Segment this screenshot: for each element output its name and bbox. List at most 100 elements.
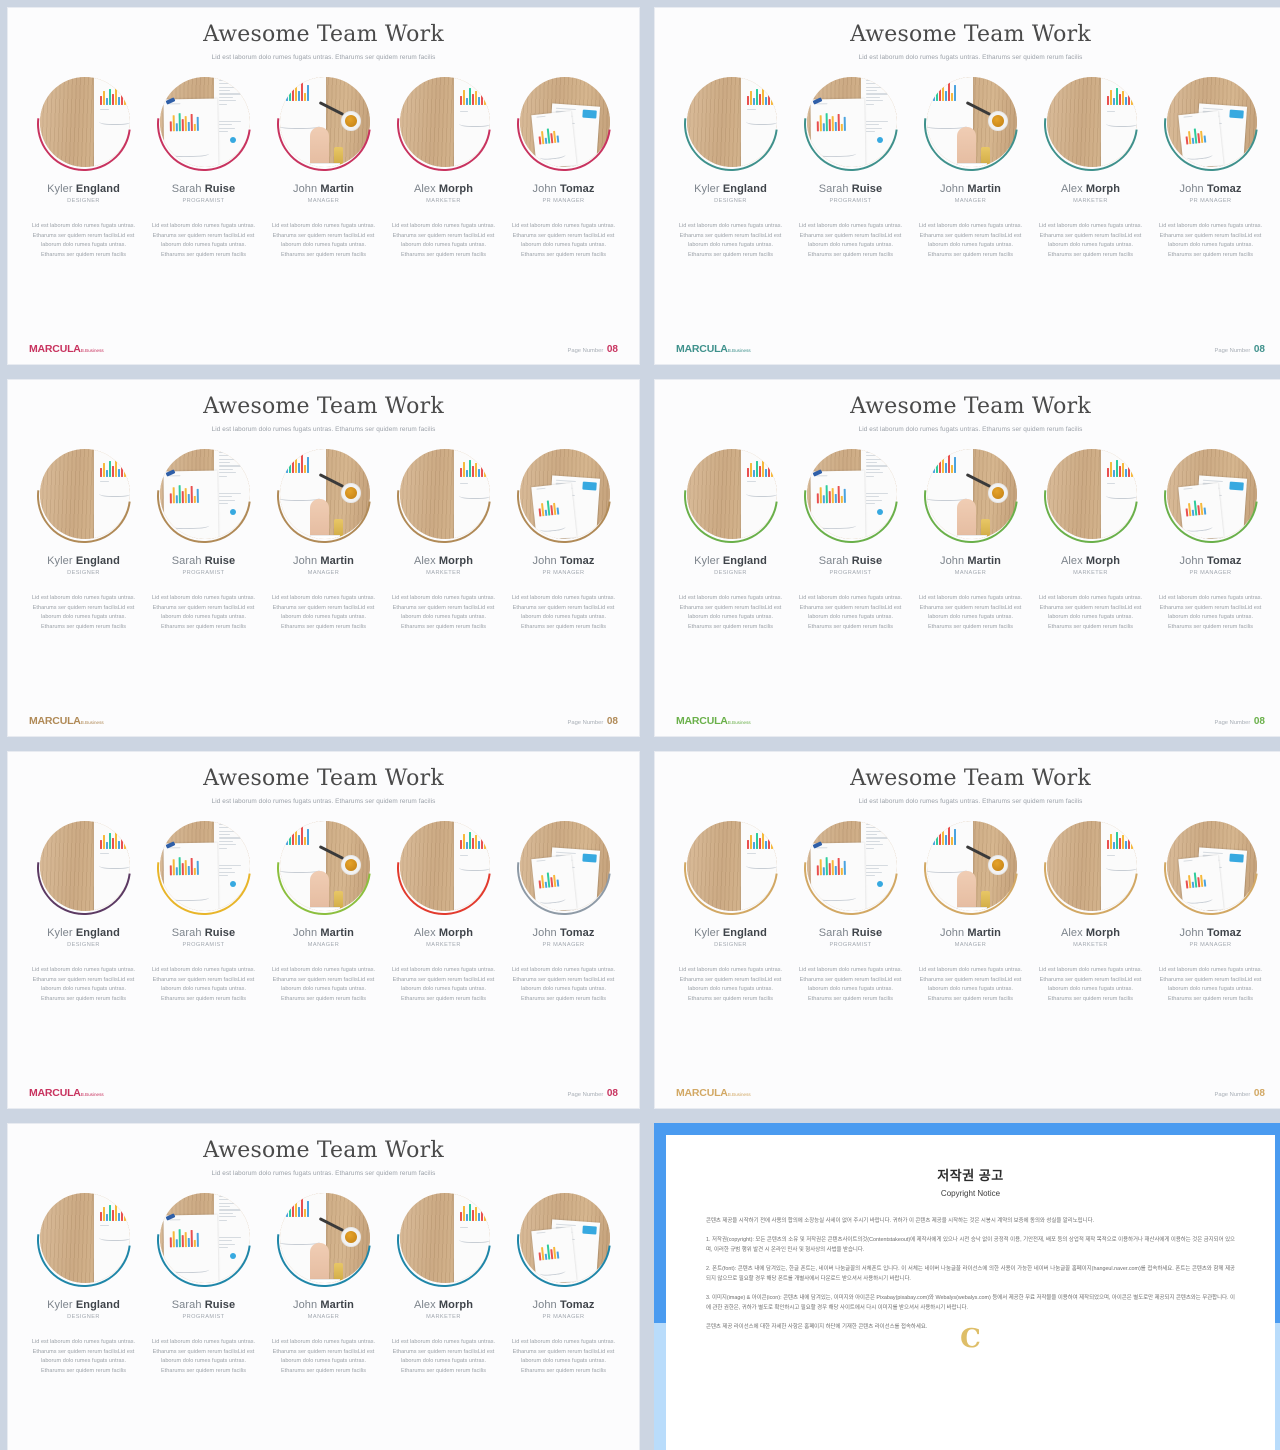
member-photo[interactable]: [17, 429, 150, 562]
photo-ring-accent: [1144, 801, 1277, 934]
copyright-slide[interactable]: 저작권 공고 Copyright Notice C 콘텐츠 제공을 시작하기 전…: [654, 1123, 1280, 1450]
member-description: Lid est laborum dolo rumes fugats untras…: [391, 594, 496, 630]
team-member-card[interactable]: CONTENTSMALL.COM John Martin MANAGER Lid…: [257, 801, 390, 1005]
team-member-card[interactable]: John Tomaz PR MANAGER Lid est laborum do…: [497, 429, 630, 633]
member-photo[interactable]: [377, 1173, 510, 1306]
brand-logo[interactable]: MARCULAB.Business: [676, 715, 751, 727]
photo-ring-accent: [1024, 801, 1157, 934]
team-member-card[interactable]: Alex Morph MARKETER Lid est laborum dolo…: [1024, 429, 1157, 633]
member-photo[interactable]: [1144, 801, 1277, 934]
team-member-card[interactable]: Kyler England DESIGNER Lid est laborum d…: [17, 429, 150, 633]
member-photo[interactable]: [17, 801, 150, 934]
team-member-card[interactable]: CONTENTSMALL.COM John Martin MANAGER Lid…: [904, 429, 1037, 633]
team-member-card[interactable]: Sarah Ruise PROGRAMIST Lid est laborum d…: [137, 57, 270, 261]
team-member-card[interactable]: John Tomaz PR MANAGER Lid est laborum do…: [497, 801, 630, 1005]
team-slide[interactable]: Awesome Team Work Lid est laborum dolo r…: [7, 1123, 640, 1450]
team-member-card[interactable]: CONTENTSMALL.COM John Martin MANAGER Lid…: [257, 57, 390, 261]
team-member-card[interactable]: Kyler England DESIGNER Lid est laborum d…: [664, 429, 797, 633]
member-photo[interactable]: [664, 801, 797, 934]
team-slide[interactable]: Awesome Team Work Lid est laborum dolo r…: [7, 379, 640, 737]
team-member-card[interactable]: CONTENTSMALL.COM John Martin MANAGER Lid…: [904, 57, 1037, 261]
member-photo[interactable]: [497, 57, 630, 190]
member-photo[interactable]: CONTENTSMALL.COM: [904, 801, 1037, 934]
team-member-card[interactable]: Alex Morph MARKETER Lid est laborum dolo…: [377, 1173, 510, 1377]
photo-ring-accent: [17, 1173, 150, 1306]
member-photo[interactable]: CONTENTSMALL.COM: [257, 429, 390, 562]
member-photo[interactable]: CONTENTSMALL.COM: [257, 801, 390, 934]
team-member-card[interactable]: Alex Morph MARKETER Lid est laborum dolo…: [377, 429, 510, 633]
team-member-card[interactable]: John Tomaz PR MANAGER Lid est laborum do…: [1144, 429, 1277, 633]
member-photo[interactable]: CONTENTSMALL.COM: [257, 1173, 390, 1306]
member-photo[interactable]: [1144, 429, 1277, 562]
team-member-card[interactable]: Kyler England DESIGNER Lid est laborum d…: [17, 57, 150, 261]
team-slide[interactable]: Awesome Team Work Lid est laborum dolo r…: [7, 751, 640, 1109]
team-member-card[interactable]: Alex Morph MARKETER Lid est laborum dolo…: [377, 57, 510, 261]
team-member-card[interactable]: Sarah Ruise PROGRAMIST Lid est laborum d…: [784, 57, 917, 261]
team-member-list: Kyler England DESIGNER Lid est laborum d…: [8, 429, 639, 633]
member-photo[interactable]: CONTENTSMALL.COM: [904, 57, 1037, 190]
member-description: Lid est laborum dolo rumes fugats untras…: [271, 966, 376, 1002]
team-member-card[interactable]: Alex Morph MARKETER Lid est laborum dolo…: [1024, 57, 1157, 261]
member-photo[interactable]: CONTENTSMALL.COM: [904, 429, 1037, 562]
member-photo[interactable]: CONTENTSMALL.COM: [257, 57, 390, 190]
team-member-card[interactable]: Kyler England DESIGNER Lid est laborum d…: [664, 57, 797, 261]
team-slide[interactable]: Awesome Team Work Lid est laborum dolo r…: [7, 7, 640, 365]
member-photo[interactable]: [377, 801, 510, 934]
member-photo[interactable]: [17, 1173, 150, 1306]
member-photo[interactable]: [377, 429, 510, 562]
member-photo[interactable]: [1144, 57, 1277, 190]
team-member-card[interactable]: CONTENTSMALL.COM John Martin MANAGER Lid…: [257, 1173, 390, 1377]
team-member-card[interactable]: John Tomaz PR MANAGER Lid est laborum do…: [497, 1173, 630, 1377]
copyright-section-1: 1. 저작권(copyright): 모든 콘텐츠의 소유 및 저작권은 콘텐츠…: [706, 1237, 1235, 1253]
team-member-card[interactable]: John Tomaz PR MANAGER Lid est laborum do…: [1144, 801, 1277, 1005]
member-photo[interactable]: [1024, 57, 1157, 190]
team-member-card[interactable]: Sarah Ruise PROGRAMIST Lid est laborum d…: [137, 801, 270, 1005]
team-member-card[interactable]: CONTENTSMALL.COM John Martin MANAGER Lid…: [904, 801, 1037, 1005]
member-photo[interactable]: [664, 429, 797, 562]
team-member-card[interactable]: John Tomaz PR MANAGER Lid est laborum do…: [497, 57, 630, 261]
member-photo[interactable]: [1024, 801, 1157, 934]
member-name: Kyler England: [47, 182, 120, 195]
brand-logo[interactable]: MARCULAB.Business: [676, 343, 751, 355]
team-member-card[interactable]: Sarah Ruise PROGRAMIST Lid est laborum d…: [784, 801, 917, 1005]
team-member-card[interactable]: Sarah Ruise PROGRAMIST Lid est laborum d…: [137, 1173, 270, 1377]
brand-logo[interactable]: MARCULAB.Business: [29, 715, 104, 727]
photo-ring-accent: [257, 57, 390, 190]
member-photo[interactable]: [137, 57, 270, 190]
member-photo[interactable]: [784, 801, 917, 934]
member-photo[interactable]: [784, 429, 917, 562]
team-slide[interactable]: Awesome Team Work Lid est laborum dolo r…: [654, 379, 1280, 737]
team-member-card[interactable]: CONTENTSMALL.COM John Martin MANAGER Lid…: [257, 429, 390, 633]
photo-ring-accent: [664, 57, 797, 190]
team-member-card[interactable]: Kyler England DESIGNER Lid est laborum d…: [664, 801, 797, 1005]
member-photo[interactable]: [497, 801, 630, 934]
brand-logo[interactable]: MARCULAB.Business: [29, 343, 104, 355]
team-member-card[interactable]: John Tomaz PR MANAGER Lid est laborum do…: [1144, 57, 1277, 261]
photo-ring-accent: [137, 801, 270, 934]
member-photo[interactable]: [1024, 429, 1157, 562]
member-role: MARKETER: [1073, 941, 1108, 948]
team-member-card[interactable]: Sarah Ruise PROGRAMIST Lid est laborum d…: [784, 429, 917, 633]
member-photo[interactable]: [377, 57, 510, 190]
team-member-card[interactable]: Alex Morph MARKETER Lid est laborum dolo…: [377, 801, 510, 1005]
team-member-card[interactable]: Alex Morph MARKETER Lid est laborum dolo…: [1024, 801, 1157, 1005]
member-photo[interactable]: [497, 1173, 630, 1306]
copyright-c-mark: C: [960, 1324, 981, 1354]
team-member-card[interactable]: Kyler England DESIGNER Lid est laborum d…: [17, 801, 150, 1005]
team-slide[interactable]: Awesome Team Work Lid est laborum dolo r…: [654, 7, 1280, 365]
member-photo[interactable]: [137, 1173, 270, 1306]
brand-logo[interactable]: MARCULAB.Business: [29, 1087, 104, 1099]
member-photo[interactable]: [137, 429, 270, 562]
member-name: Alex Morph: [1060, 926, 1121, 939]
team-member-card[interactable]: Kyler England DESIGNER Lid est laborum d…: [17, 1173, 150, 1377]
brand-logo[interactable]: MARCULAB.Business: [676, 1087, 751, 1099]
team-member-card[interactable]: Sarah Ruise PROGRAMIST Lid est laborum d…: [137, 429, 270, 633]
member-photo[interactable]: [497, 429, 630, 562]
member-photo[interactable]: [664, 57, 797, 190]
member-photo[interactable]: [17, 57, 150, 190]
photo-ring-accent: [377, 801, 510, 934]
team-slide[interactable]: Awesome Team Work Lid est laborum dolo r…: [654, 751, 1280, 1109]
page-subtitle: Lid est laborum dolo rumes fugats untras…: [211, 54, 436, 61]
member-photo[interactable]: [137, 801, 270, 934]
member-photo[interactable]: [784, 57, 917, 190]
